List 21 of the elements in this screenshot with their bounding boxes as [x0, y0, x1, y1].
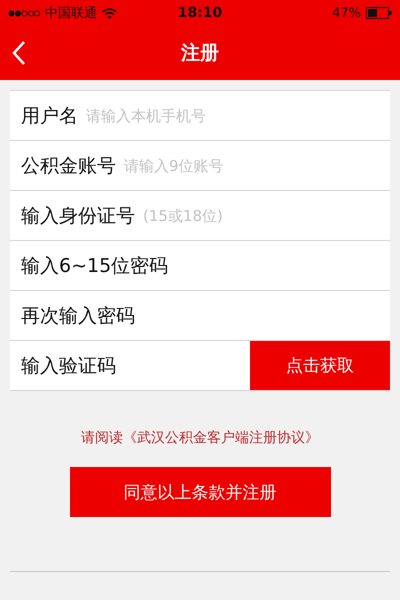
get-code-button[interactable]: 点击获取 [250, 341, 390, 390]
signal-icon [8, 10, 40, 16]
page-title: 注册 [181, 41, 219, 66]
input-field[interactable]: 请输入本机手机号 [86, 91, 390, 140]
input-field[interactable]: 请输入9位账号 [124, 141, 390, 190]
back-icon [12, 40, 26, 66]
carrier-name: 中国联通 [45, 5, 97, 22]
status-time: 18:10 [178, 5, 222, 21]
wifi-icon [102, 8, 117, 18]
battery-icon [366, 7, 392, 19]
field-label: 公积金账号 [10, 141, 124, 190]
agreement-link[interactable]: 请阅读《武汉公积金客户端注册协议》 [0, 429, 400, 447]
field-label: 用户名 [10, 91, 86, 140]
field-label: 输入身份证号 [10, 191, 143, 240]
field-label: 输入6~15位密码 [10, 241, 390, 290]
input-field[interactable]: (15或18位) [143, 191, 390, 240]
field-label: 再次输入密码 [10, 291, 390, 340]
battery-percent: 47% [332, 6, 361, 20]
field-label: 输入验证码 [10, 341, 250, 390]
register-button[interactable]: 同意以上条款并注册 [70, 467, 330, 517]
back-button[interactable] [12, 40, 26, 66]
